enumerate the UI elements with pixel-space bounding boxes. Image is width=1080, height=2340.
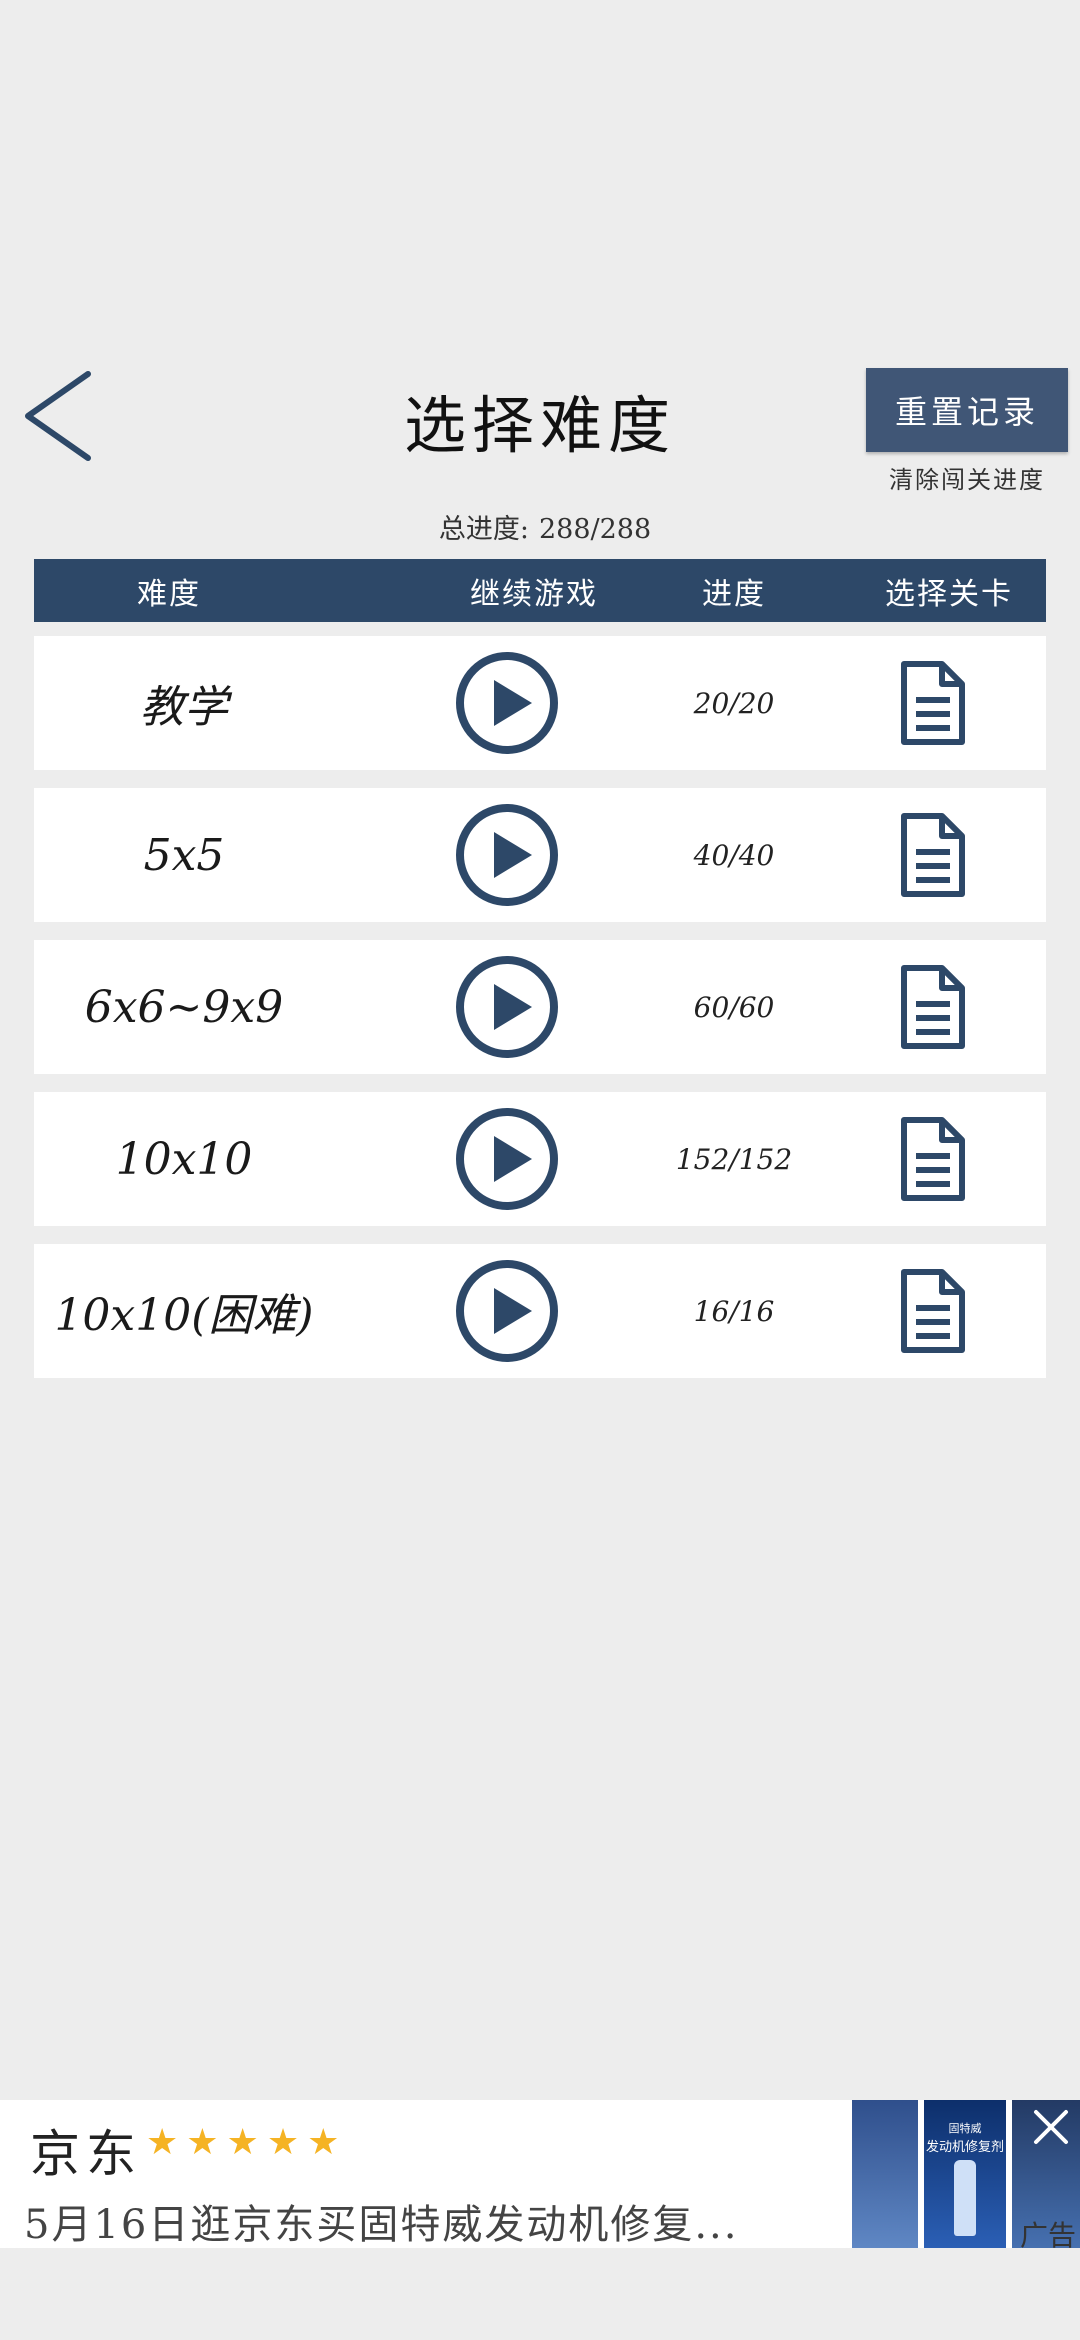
ad-brand: 京东: [30, 2125, 142, 2183]
level-progress: 40/40: [693, 838, 775, 872]
ad-image: 固特威 发动机修复剂: [924, 2100, 1006, 2248]
ad-image: [852, 2100, 918, 2248]
level-progress: 152/152: [675, 1142, 793, 1176]
ad-text: 5月16日逛京东买固特威发动机修复...: [24, 2202, 739, 2248]
select-level-button[interactable]: [898, 964, 966, 1050]
column-header-difficulty: 难度: [137, 576, 201, 612]
play-icon: [456, 1108, 558, 1210]
difficulty-name: 10x10(困难): [54, 1290, 314, 1341]
level-progress: 20/20: [693, 686, 775, 720]
product-bottle-image: [954, 2160, 976, 2236]
play-icon: [456, 804, 558, 906]
select-level-button[interactable]: [898, 1116, 966, 1202]
table-row: 教学 20/20: [34, 636, 1046, 770]
document-icon: [901, 661, 965, 745]
difficulty-name: 10x10: [115, 1133, 253, 1185]
document-icon: [901, 813, 965, 897]
continue-game-button[interactable]: [454, 1258, 560, 1364]
table-row: 10x10 152/152: [34, 1092, 1046, 1226]
table-header: 难度 继续游戏 进度 选择关卡: [34, 559, 1046, 622]
document-icon: [901, 965, 965, 1049]
ad-close-button[interactable]: [1028, 2104, 1074, 2150]
play-icon: [456, 956, 558, 1058]
continue-game-button[interactable]: [454, 650, 560, 756]
ad-image-caption: 发动机修复剂: [925, 2140, 1004, 2155]
rating-stars: ★★★★★: [146, 2122, 348, 2163]
total-progress-label: 总进度:: [438, 514, 529, 545]
select-level-button[interactable]: [898, 812, 966, 898]
difficulty-name: 6x6~9x9: [84, 981, 284, 1033]
select-level-button[interactable]: [898, 1268, 966, 1354]
ad-banner[interactable]: 京东 ★★★★★ 5月16日逛京东买固特威发动机修复... 固特威 发动机修复剂: [0, 2100, 1080, 2248]
document-icon: [901, 1269, 965, 1353]
table-row: 5x5 40/40: [34, 788, 1046, 922]
ad-image-caption: 固特威: [948, 2122, 982, 2135]
total-progress: 总进度: 288/288: [0, 507, 1080, 546]
document-icon: [901, 1117, 965, 1201]
play-icon: [456, 652, 558, 754]
play-icon: [456, 1260, 558, 1362]
table-row: 10x10(困难) 16/16: [34, 1244, 1046, 1378]
continue-game-button[interactable]: [454, 1106, 560, 1212]
continue-game-button[interactable]: [454, 954, 560, 1060]
difficulty-name: 5x5: [143, 829, 225, 881]
level-progress: 60/60: [693, 990, 775, 1024]
select-level-button[interactable]: [898, 660, 966, 746]
column-header-select-level: 选择关卡: [885, 576, 1013, 612]
ad-label: 广告: [1020, 2219, 1077, 2252]
reset-records-button[interactable]: 重置记录: [866, 368, 1068, 452]
column-header-progress: 进度: [702, 576, 766, 612]
difficulty-name: 教学: [140, 682, 228, 733]
table-row: 6x6~9x9 60/60: [34, 940, 1046, 1074]
level-progress: 16/16: [693, 1294, 775, 1328]
continue-game-button[interactable]: [454, 802, 560, 908]
close-icon: [1034, 2110, 1068, 2144]
total-progress-value: 288/288: [538, 514, 652, 545]
reset-note: 清除闯关进度: [889, 466, 1045, 494]
